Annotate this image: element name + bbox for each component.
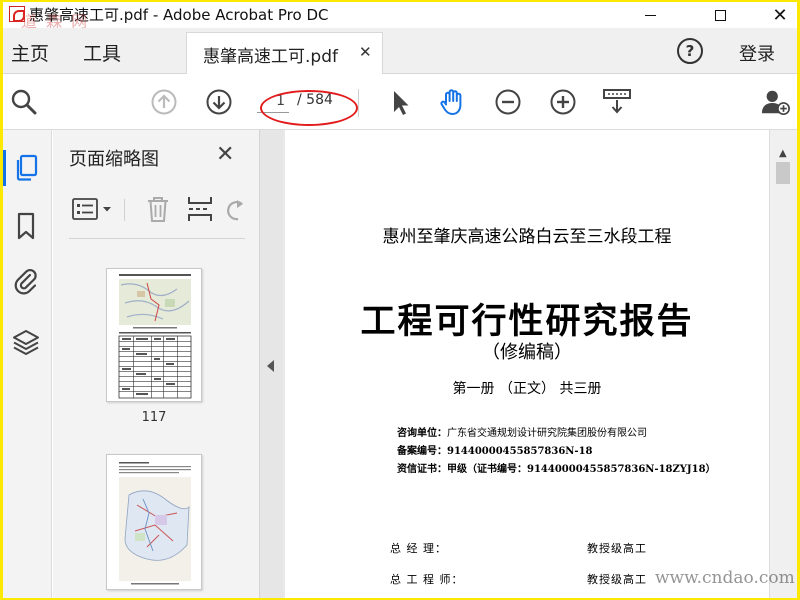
select-arrow-icon[interactable] <box>385 87 415 117</box>
zoom-out-icon[interactable] <box>493 87 523 117</box>
thumbnail-page[interactable] <box>106 454 202 590</box>
menu-bar: 主页 工具 惠肇高速工可.pdf ✕ ? 登录 <box>3 28 797 74</box>
page-count-highlight-annotation <box>260 90 358 126</box>
thumbnail-page[interactable] <box>106 268 202 402</box>
panel-close-button[interactable]: ✕ <box>216 142 234 167</box>
document-tab[interactable]: 惠肇高速工可.pdf ✕ <box>186 32 383 74</box>
minimize-icon <box>644 14 656 16</box>
consult-value: 广东省交通规划设计研究院集团股份有限公司 <box>447 428 647 439</box>
layers-icon[interactable] <box>8 324 44 360</box>
certificate-line: 资信证书：甲级（证书编号：91440000455857836N-18ZYJ18） <box>397 460 716 475</box>
document-view: 惠州至肇庆高速公路白云至三水段工程 工程可行性研究报告 （修编稿） 第一册 （正… <box>283 130 769 598</box>
record-value: 91440000455857836N-18 <box>447 446 593 457</box>
page-up-icon[interactable] <box>149 87 179 117</box>
maximize-button[interactable] <box>691 2 749 28</box>
consult-unit-line: 咨询单位：广东省交通规划设计研究院集团股份有限公司 <box>397 424 647 439</box>
page-down-icon[interactable] <box>204 87 234 117</box>
minimize-button[interactable] <box>621 2 679 28</box>
maximize-icon <box>714 9 726 21</box>
acrobat-window: 惠肇高速工可.pdf - Adobe Acrobat Pro DC 道 森 网 … <box>3 2 797 598</box>
consult-label: 咨询单位： <box>397 428 447 439</box>
thumbnail-page-number: 117 <box>141 410 167 425</box>
hand-tool-icon[interactable] <box>438 87 468 117</box>
tools-menu[interactable]: 工具 <box>83 39 121 66</box>
zoom-in-icon[interactable] <box>548 87 578 117</box>
cert-value: 甲级（证书编号：91440000455857836N-18ZYJ18） <box>447 464 716 475</box>
thumbnail-panel: 页面缩略图 ✕ 117 <box>53 130 301 598</box>
login-button[interactable]: 登录 <box>739 40 775 66</box>
thumbnail-options-icon[interactable] <box>71 195 117 223</box>
panel-title: 页面缩略图 <box>69 149 159 170</box>
site-watermark-bottom: www.cndao.com <box>655 568 795 588</box>
document-subtitle: 惠州至肇庆高速公路白云至三水段工程 <box>382 227 672 247</box>
general-manager-title: 教授级高工 <box>587 542 647 555</box>
general-manager-role: 总 经 理： <box>390 542 447 555</box>
delete-icon[interactable] <box>145 195 171 223</box>
document-scrollbar-thumb[interactable] <box>776 162 790 184</box>
record-label: 备案编号： <box>397 446 447 457</box>
attachments-icon[interactable] <box>8 264 44 300</box>
bookmarks-icon[interactable] <box>8 208 44 244</box>
rail-active-indicator <box>3 150 6 186</box>
thumbnail-list: 117 <box>69 240 255 596</box>
thumbnail-toolbar <box>69 185 245 239</box>
add-user-icon[interactable] <box>761 87 791 117</box>
scroll-up-arrow-icon[interactable]: ▲ <box>779 148 787 159</box>
insert-page-icon[interactable] <box>186 195 214 223</box>
document-revision: （修编稿） <box>482 342 572 363</box>
search-icon[interactable] <box>9 87 39 117</box>
panel-splitter[interactable] <box>259 130 283 598</box>
cert-label: 资信证书： <box>397 464 447 475</box>
pdf-page: 惠州至肇庆高速公路白云至三水段工程 工程可行性研究报告 （修编稿） 第一册 （正… <box>285 130 769 598</box>
record-number-line: 备案编号：91440000455857836N-18 <box>397 442 593 457</box>
document-scrollbar[interactable]: ▲ <box>769 130 797 598</box>
document-title: 工程可行性研究报告 <box>360 302 694 342</box>
chief-engineer-title: 教授级高工 <box>587 573 647 586</box>
rotate-icon[interactable] <box>225 195 247 223</box>
document-tab-label: 惠肇高速工可.pdf <box>203 47 338 67</box>
help-button[interactable]: ? <box>677 38 703 64</box>
toolbar-divider <box>358 89 359 117</box>
title-bar: 惠肇高速工可.pdf - Adobe Acrobat Pro DC 道 森 网 … <box>3 2 797 31</box>
home-menu[interactable]: 主页 <box>11 39 49 66</box>
main-toolbar: / 584 <box>3 75 797 130</box>
keyboard-scroll-icon[interactable] <box>602 87 632 117</box>
collapse-panel-arrow-icon[interactable] <box>267 360 274 372</box>
tab-close-button[interactable]: ✕ <box>359 43 372 61</box>
document-volume: 第一册 （正文） 共三册 <box>452 381 602 397</box>
window-close-button[interactable]: ✕ <box>751 2 797 28</box>
page-thumbnails-icon[interactable] <box>8 150 44 186</box>
navigation-rail <box>3 130 52 598</box>
chief-engineer-role: 总 工 程 师： <box>390 573 464 586</box>
panel-toolbar-divider <box>124 199 125 221</box>
